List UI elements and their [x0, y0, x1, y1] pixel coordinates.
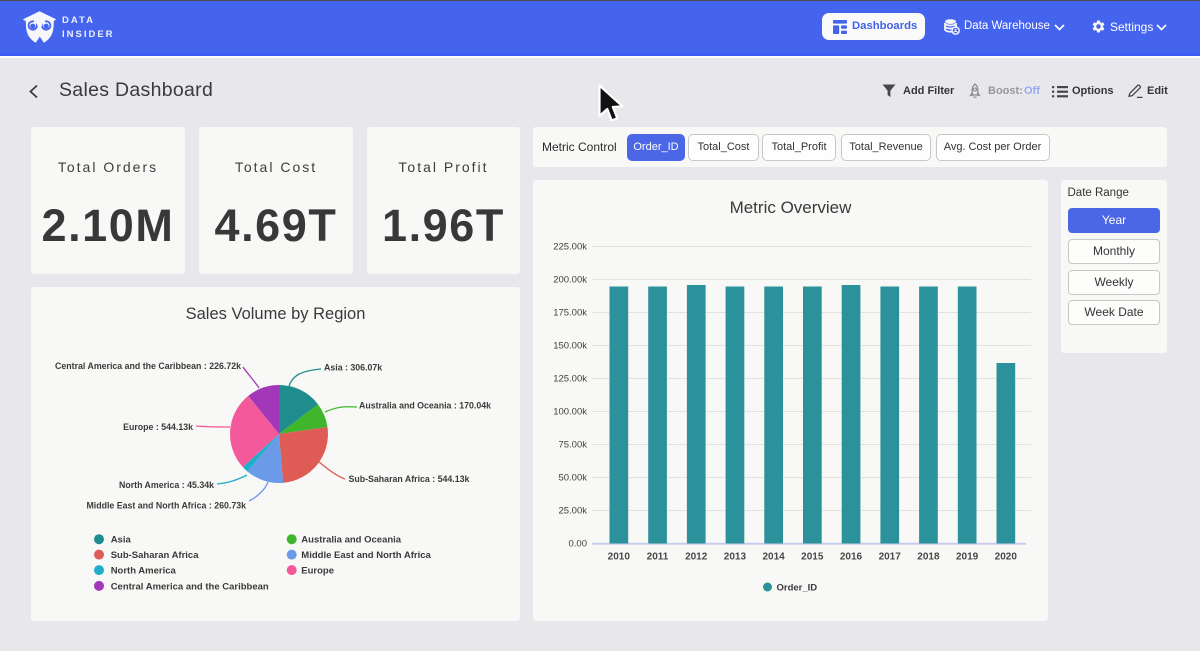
svg-text:Asia : 306.07k: Asia : 306.07k — [324, 363, 382, 373]
svg-text:Europe : 544.13k: Europe : 544.13k — [123, 422, 193, 432]
svg-text:2013: 2013 — [724, 552, 747, 563]
svg-text:150.00k: 150.00k — [553, 341, 587, 352]
svg-text:200.00k: 200.00k — [553, 275, 587, 286]
svg-text:Australia and Oceania : 170.04: Australia and Oceania : 170.04k — [359, 401, 491, 411]
svg-text:2014: 2014 — [762, 552, 785, 563]
svg-text:Order_ID: Order_ID — [777, 583, 818, 594]
svg-text:Australia and Oceania: Australia and Oceania — [301, 535, 402, 546]
svg-text:2016: 2016 — [840, 552, 863, 563]
svg-text:225.00k: 225.00k — [553, 242, 587, 253]
svg-text:175.00k: 175.00k — [553, 308, 587, 319]
svg-text:2011: 2011 — [647, 552, 669, 563]
svg-text:Central America and the Caribb: Central America and the Caribbean — [111, 581, 269, 592]
svg-text:125.00k: 125.00k — [553, 374, 587, 385]
svg-text:2012: 2012 — [685, 552, 708, 563]
svg-text:2018: 2018 — [917, 552, 940, 563]
svg-text:Middle East and North Africa: Middle East and North Africa — [301, 550, 431, 561]
svg-text:0.00: 0.00 — [569, 539, 588, 550]
svg-text:2020: 2020 — [995, 552, 1018, 563]
svg-text:2017: 2017 — [879, 552, 902, 563]
svg-text:2010: 2010 — [608, 552, 631, 563]
svg-text:Sub-Saharan Africa: Sub-Saharan Africa — [111, 550, 200, 561]
svg-text:North America : 45.34k: North America : 45.34k — [119, 480, 214, 490]
svg-text:Sub-Saharan Africa : 544.13k: Sub-Saharan Africa : 544.13k — [349, 474, 470, 484]
svg-text:100.00k: 100.00k — [553, 407, 587, 418]
svg-text:50.00k: 50.00k — [558, 473, 587, 484]
svg-text:Europe: Europe — [301, 566, 334, 577]
svg-text:75.00k: 75.00k — [558, 440, 587, 451]
svg-text:Asia: Asia — [111, 535, 132, 546]
svg-text:2019: 2019 — [956, 552, 979, 563]
svg-text:2015: 2015 — [801, 552, 824, 563]
svg-text:North America: North America — [111, 566, 177, 577]
svg-text:Central America and the Caribb: Central America and the Caribbean : 226.… — [55, 361, 241, 371]
svg-text:25.00k: 25.00k — [558, 506, 587, 517]
svg-text:Middle East and North Africa :: Middle East and North Africa : 260.73k — [86, 500, 246, 510]
